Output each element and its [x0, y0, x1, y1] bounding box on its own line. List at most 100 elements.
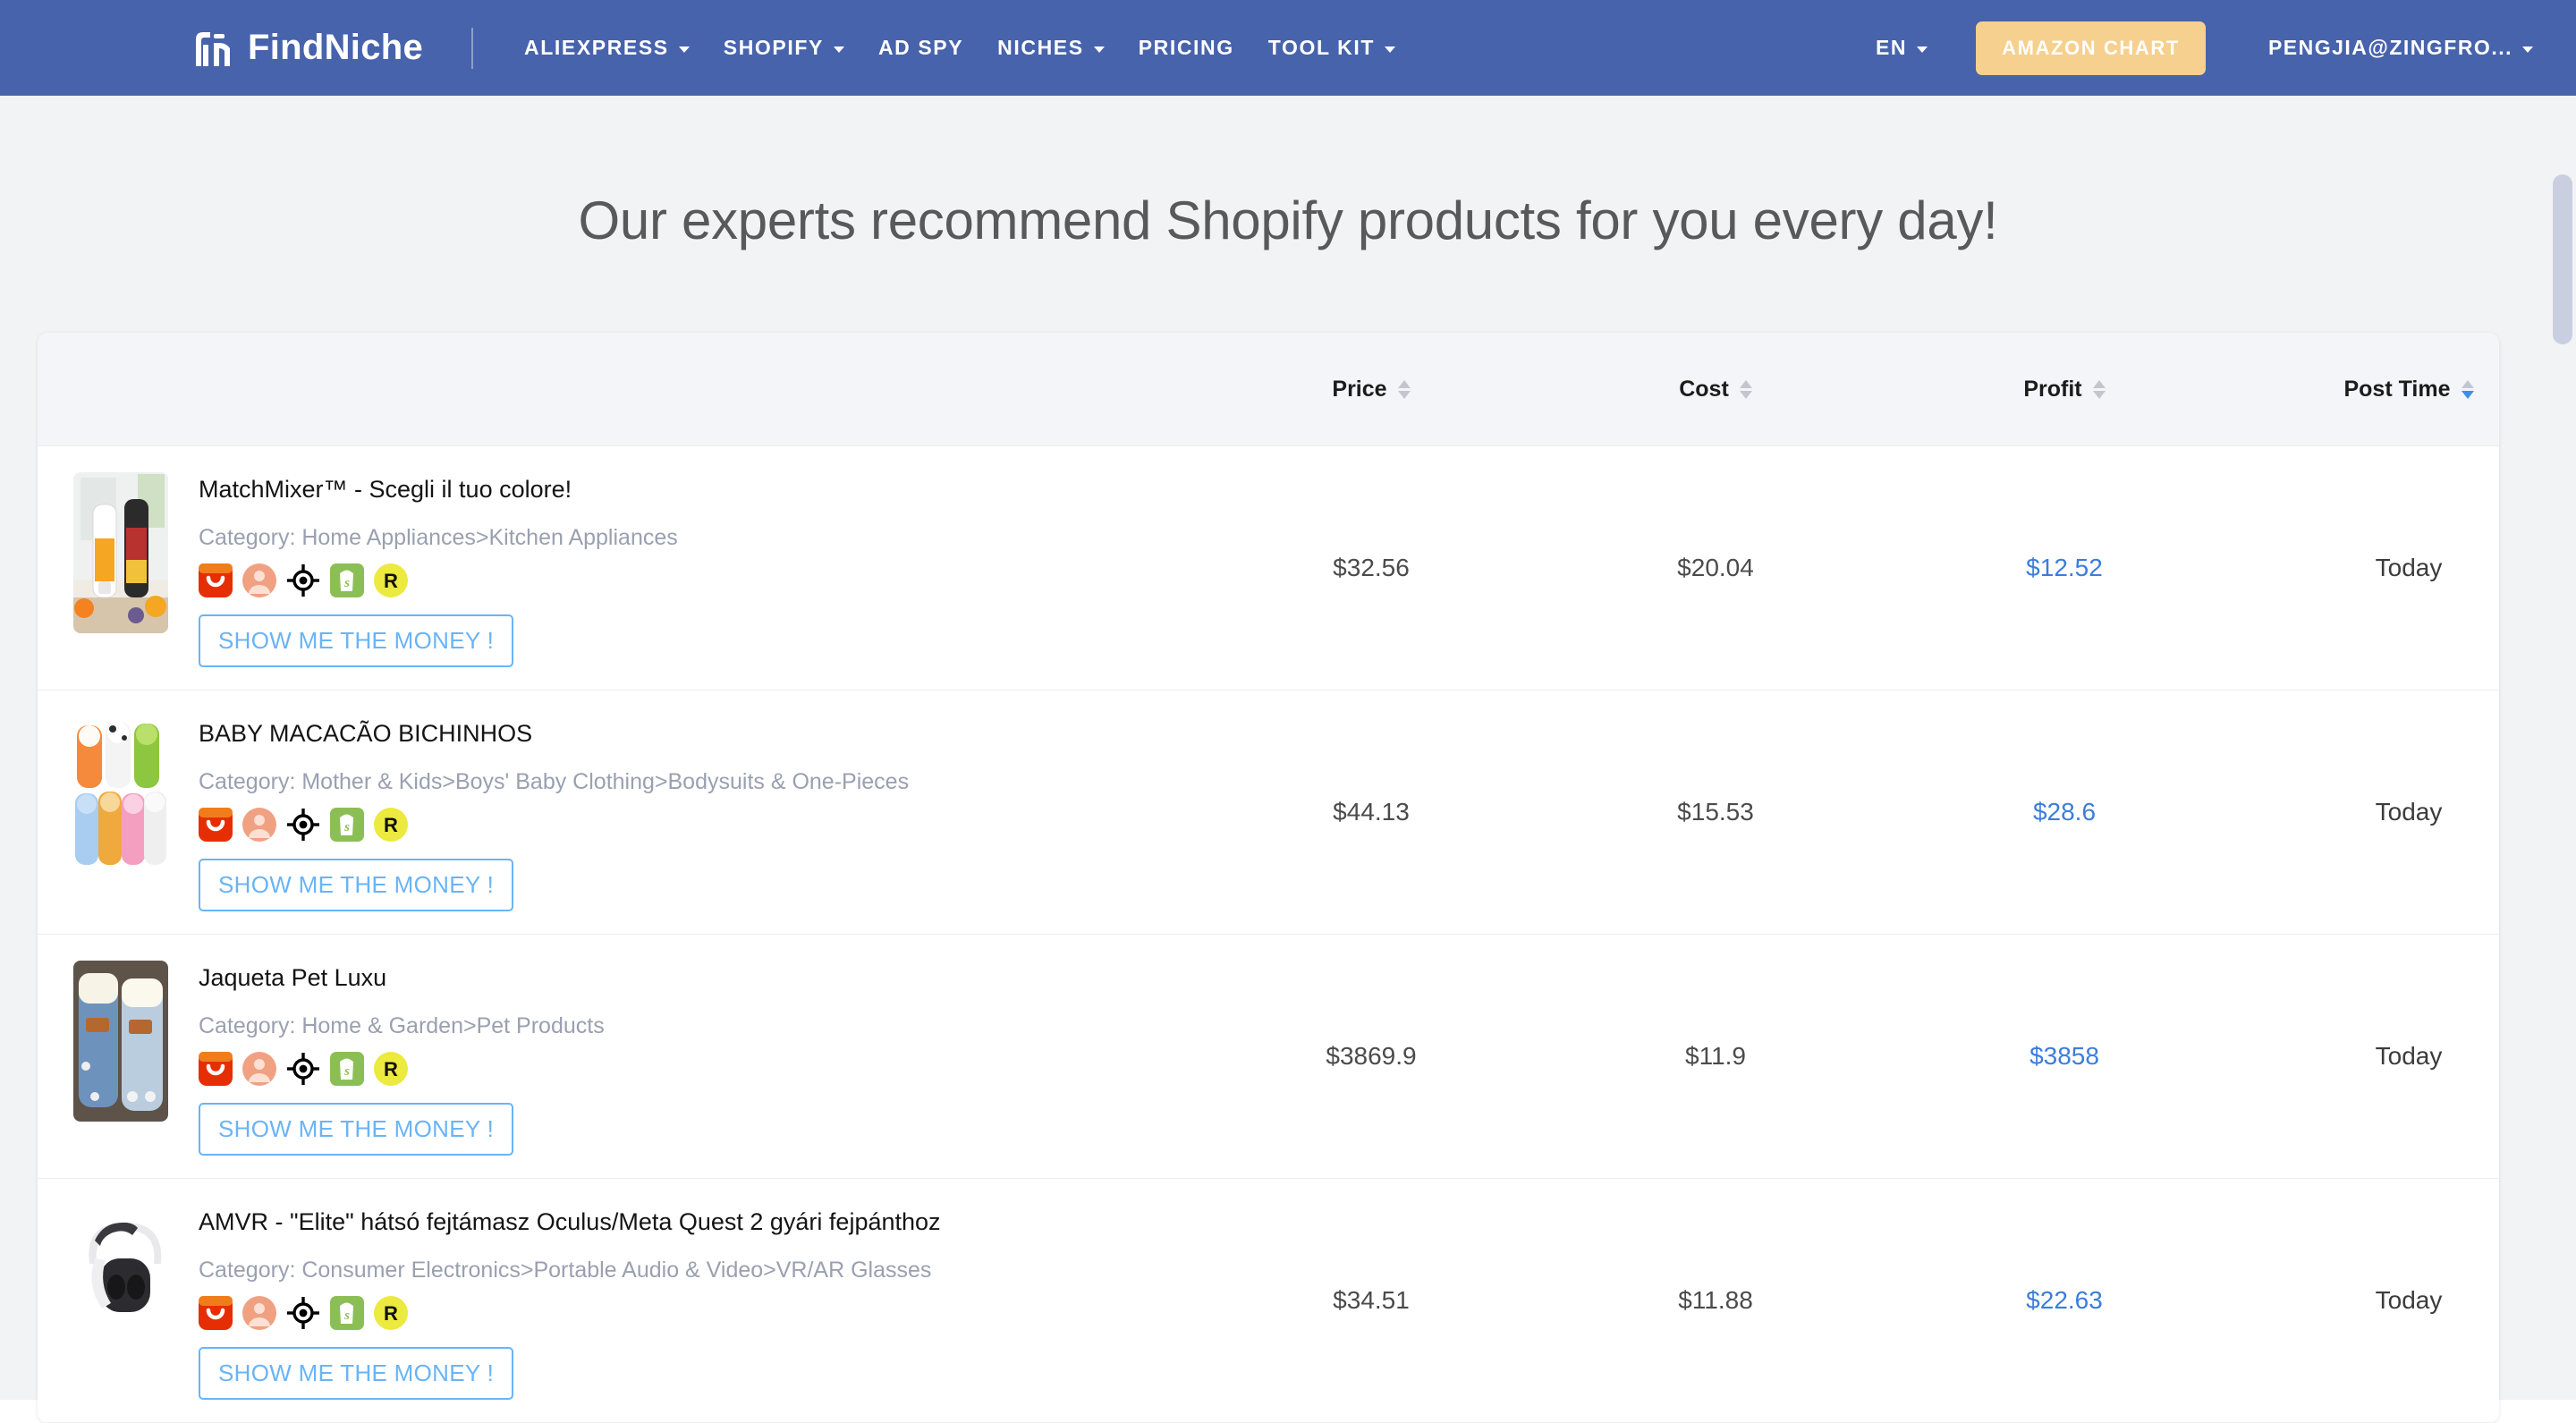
product-title[interactable]: Jaqueta Pet Luxu	[199, 963, 1206, 994]
aliexpress-icon[interactable]	[199, 1052, 233, 1087]
post-time-value: Today	[2375, 1286, 2443, 1314]
r-rank-icon[interactable]: R	[374, 808, 408, 843]
target-crosshair-icon[interactable]	[286, 1296, 320, 1330]
sort-toggle-profit[interactable]	[2092, 379, 2106, 399]
table-header-cost[interactable]: Cost	[1537, 377, 1894, 402]
nav-item-aliexpress[interactable]: ALIEXPRESS	[507, 0, 707, 96]
table-header-price[interactable]: Price	[1206, 377, 1537, 402]
r-rank-icon[interactable]: R	[374, 1052, 408, 1087]
column-label: Cost	[1679, 376, 1729, 402]
vr-headstrap-photo[interactable]	[73, 1204, 168, 1366]
page-scrollbar-thumb[interactable]	[2553, 174, 2572, 344]
aliexpress-icon[interactable]	[199, 1296, 233, 1331]
product-title[interactable]: MatchMixer™ - Scegli il tuo colore!	[199, 475, 1206, 505]
show-me-the-money-button[interactable]: SHOW ME THE MONEY !	[199, 614, 514, 668]
product-cell: MatchMixer™ - Scegli il tuo colore! Cate…	[38, 447, 1206, 689]
svg-text:R: R	[384, 1302, 398, 1325]
target-crosshair-icon[interactable]	[286, 1052, 320, 1086]
table-header-row: Price Cost Profit Post Time	[38, 333, 2499, 446]
sort-toggle-post-time[interactable]	[2461, 379, 2474, 399]
portable-blender-photo[interactable]	[73, 471, 168, 633]
user-profile-icon[interactable]	[242, 563, 276, 598]
table-header-post-time[interactable]: Post Time	[2234, 377, 2499, 402]
product-badges: s R	[199, 563, 1206, 598]
top-navigation-bar: FindNiche ALIEXPRESS SHOPIFY AD SPY NICH…	[0, 0, 2576, 96]
svg-text:R: R	[384, 1058, 398, 1080]
nav-item-shopify[interactable]: SHOPIFY	[707, 0, 861, 96]
svg-text:R: R	[384, 814, 398, 836]
shopify-icon[interactable]: s	[330, 1052, 364, 1087]
brand-logo-link[interactable]: FindNiche	[191, 0, 423, 96]
language-label: EN	[1875, 36, 1908, 59]
product-badges: s R	[199, 808, 1206, 843]
nav-item-label: AD SPY	[877, 36, 964, 59]
user-profile-icon[interactable]	[242, 1296, 276, 1331]
r-rank-icon[interactable]: R	[374, 1296, 408, 1331]
product-title[interactable]: AMVR - "Elite" hátsó fejtámasz Oculus/Me…	[199, 1207, 1206, 1238]
show-me-the-money-button[interactable]: SHOW ME THE MONEY !	[199, 859, 514, 912]
nav-item-label: TOOL KIT	[1267, 36, 1376, 59]
chevron-down-icon	[833, 47, 844, 53]
cost-value: $20.04	[1677, 554, 1754, 581]
shopify-icon[interactable]: s	[330, 808, 364, 843]
product-info: BABY MACACÃO BICHINHOS Category: Mother …	[199, 716, 1206, 912]
account-email-label: PENGJIA@ZINGFRO...	[2267, 36, 2512, 59]
column-label: Profit	[2023, 376, 2082, 402]
product-table-card: Price Cost Profit Post Time MatchMixer™ …	[38, 333, 2499, 1423]
shopify-icon[interactable]: s	[330, 563, 364, 598]
nav-item-ad-spy[interactable]: AD SPY	[861, 0, 980, 96]
svg-text:s: s	[343, 576, 350, 590]
product-badges: s R	[199, 1296, 1206, 1331]
chevron-down-icon	[678, 47, 690, 53]
caret-up-icon	[2461, 379, 2474, 388]
chevron-down-icon	[1917, 47, 1928, 53]
nav-item-niches[interactable]: NICHES	[980, 0, 1122, 96]
r-rank-icon[interactable]: R	[374, 563, 408, 598]
table-header-profit[interactable]: Profit	[1894, 377, 2234, 402]
denim-pet-jacket-photo[interactable]	[73, 960, 168, 1122]
language-selector[interactable]: EN	[1854, 36, 1949, 60]
category-path: Consumer Electronics>Portable Audio & Vi…	[301, 1257, 932, 1283]
nav-item-label: ALIEXPRESS	[524, 36, 669, 59]
amazon-chart-button[interactable]: AMAZON CHART	[1976, 21, 2206, 75]
profit-value[interactable]: $22.63	[1894, 1286, 2234, 1315]
category-prefix: Category:	[199, 768, 302, 794]
profit-value[interactable]: $3858	[1894, 1042, 2234, 1071]
target-crosshair-icon[interactable]	[286, 563, 320, 597]
chevron-down-icon	[1385, 47, 1396, 53]
baby-animal-onesies-photo[interactable]	[73, 716, 168, 877]
findniche-logo-icon	[191, 27, 237, 70]
page-content: Our experts recommend Shopify products f…	[0, 96, 2576, 1423]
category-prefix: Category:	[199, 1012, 302, 1038]
product-cell: AMVR - "Elite" hátsó fejtámasz Oculus/Me…	[38, 1180, 1206, 1421]
target-crosshair-icon[interactable]	[286, 808, 320, 842]
svg-text:s: s	[343, 1064, 350, 1079]
nav-item-label: NICHES	[997, 36, 1084, 59]
sort-toggle-price[interactable]	[1397, 379, 1411, 399]
user-profile-icon[interactable]	[242, 808, 276, 843]
caret-up-icon	[1739, 379, 1752, 388]
user-profile-icon[interactable]	[242, 1052, 276, 1087]
sort-toggle-cost[interactable]	[1739, 379, 1752, 399]
page-scrollbar-track[interactable]	[2551, 96, 2576, 1400]
post-time-value: Today	[2375, 798, 2443, 826]
cost-value: $11.88	[1678, 1286, 1753, 1314]
nav-item-pricing[interactable]: PRICING	[1122, 0, 1251, 96]
table-row: AMVR - "Elite" hátsó fejtámasz Oculus/Me…	[38, 1179, 2499, 1423]
aliexpress-icon[interactable]	[199, 563, 233, 598]
aliexpress-icon[interactable]	[199, 808, 233, 843]
category-path: Mother & Kids>Boys' Baby Clothing>Bodysu…	[301, 768, 910, 794]
nav-item-tool-kit[interactable]: TOOL KIT	[1251, 0, 1412, 96]
product-badges: s R	[199, 1052, 1206, 1087]
caret-up-icon	[1397, 379, 1411, 388]
profit-value[interactable]: $12.52	[1894, 554, 2234, 582]
category-path: Home Appliances>Kitchen Appliances	[301, 524, 678, 550]
product-title[interactable]: BABY MACACÃO BICHINHOS	[199, 719, 1206, 750]
product-cell: BABY MACACÃO BICHINHOS Category: Mother …	[38, 691, 1206, 933]
product-info: Jaqueta Pet Luxu Category: Home & Garden…	[199, 961, 1206, 1156]
show-me-the-money-button[interactable]: SHOW ME THE MONEY !	[199, 1103, 514, 1156]
shopify-icon[interactable]: s	[330, 1296, 364, 1331]
show-me-the-money-button[interactable]: SHOW ME THE MONEY !	[199, 1347, 514, 1401]
profit-value[interactable]: $28.6	[1894, 798, 2234, 826]
account-menu[interactable]: PENGJIA@ZINGFRO...	[2268, 36, 2533, 60]
